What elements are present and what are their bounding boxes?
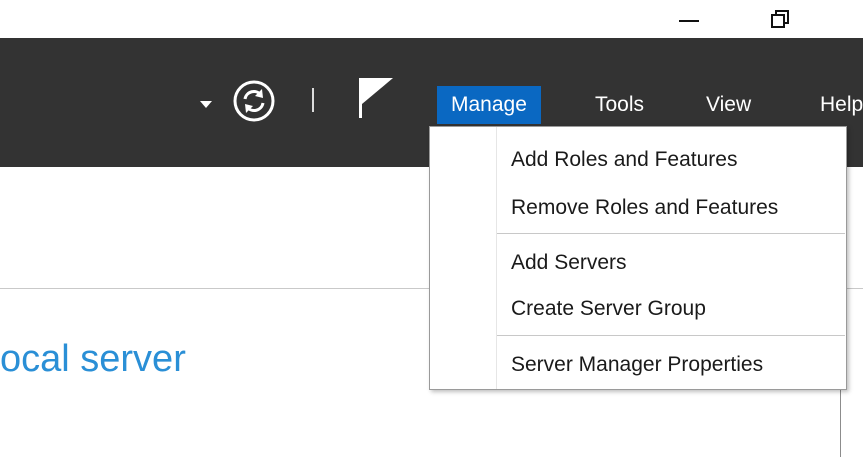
restore-button[interactable] (755, 0, 805, 38)
toolbar-separator (312, 88, 314, 112)
manage-dropdown-menu: Add Roles and Features Remove Roles and … (429, 126, 847, 390)
page-title: ocal server (0, 338, 186, 380)
menu-help[interactable]: Help (806, 86, 863, 124)
menu-item-add-roles-features[interactable]: Add Roles and Features (497, 140, 845, 180)
flag-icon[interactable] (357, 76, 397, 120)
refresh-icon[interactable] (232, 79, 276, 123)
restore-icon (771, 10, 789, 28)
menu-separator (497, 233, 845, 234)
menu-item-add-servers[interactable]: Add Servers (497, 243, 845, 283)
title-bar (0, 0, 863, 38)
menu-icon-gutter (430, 127, 497, 389)
menu-item-create-server-group[interactable]: Create Server Group (497, 289, 845, 329)
minimize-icon (679, 20, 699, 22)
minimize-button[interactable] (664, 0, 714, 38)
menu-separator (497, 335, 845, 336)
menu-item-server-manager-properties[interactable]: Server Manager Properties (497, 345, 845, 385)
menu-item-remove-roles-features[interactable]: Remove Roles and Features (497, 188, 845, 228)
menu-manage[interactable]: Manage (437, 86, 541, 124)
caret-down-icon[interactable] (200, 101, 212, 108)
menu-tools[interactable]: Tools (581, 86, 658, 124)
menu-view[interactable]: View (692, 86, 765, 124)
